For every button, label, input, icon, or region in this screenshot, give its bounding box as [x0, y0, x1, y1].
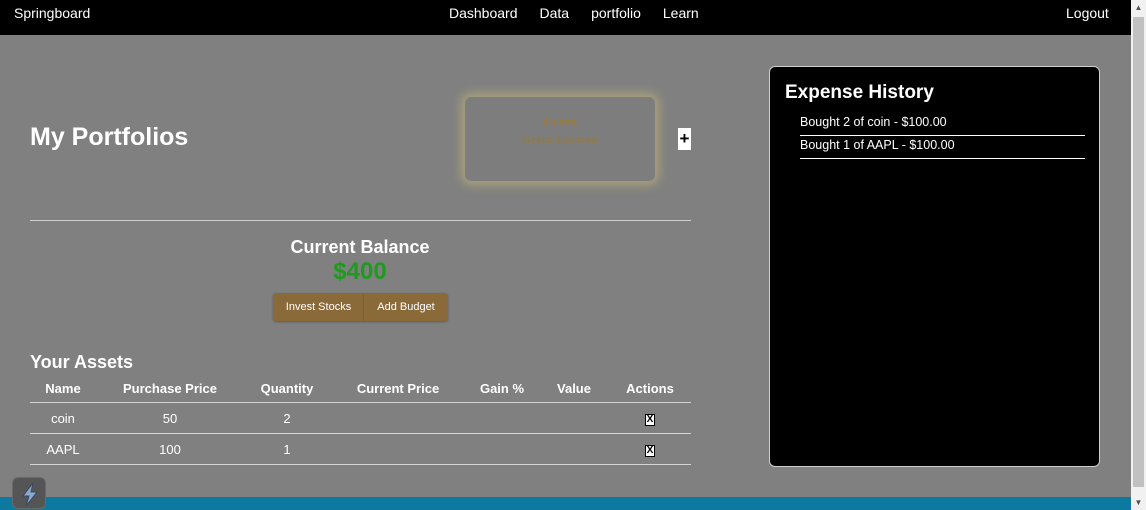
section-divider — [30, 220, 691, 221]
assets-table: Name Purchase Price Quantity Current Pri… — [30, 378, 691, 465]
cell-quantity: 2 — [283, 411, 291, 426]
scroll-down-icon[interactable]: ▼ — [1131, 495, 1146, 510]
cell-purchase-price: 100 — [159, 442, 181, 457]
invest-stocks-button[interactable]: Invest Stocks — [273, 293, 364, 321]
delete-asset-button[interactable]: X — [645, 444, 655, 457]
cell-name: coin — [51, 411, 75, 426]
balance-value: $400 — [333, 258, 387, 285]
delete-asset-button[interactable]: X — [645, 413, 655, 426]
cell-actions: X — [620, 411, 680, 426]
nav-link-dashboard[interactable]: Dashboard — [449, 5, 518, 21]
nav-link-learn[interactable]: Learn — [663, 5, 699, 21]
column-header-name: Name — [45, 381, 81, 396]
column-header-actions: Actions — [626, 381, 674, 396]
nav-link-portfolio[interactable]: portfolio — [591, 5, 641, 21]
nav-links: Dashboard Data portfolio Learn — [449, 5, 721, 21]
add-budget-button[interactable]: Add Budget — [364, 293, 448, 321]
cell-quantity: 1 — [283, 442, 291, 457]
column-header-gain: Gain % — [479, 381, 525, 396]
portfolio-description: Green Environ — [521, 132, 599, 146]
expense-history-title: Expense History — [785, 82, 934, 103]
lightning-bolt-icon[interactable] — [12, 477, 46, 509]
assets-title: Your Assets — [30, 352, 134, 372]
logout-link[interactable]: Logout — [1066, 5, 1109, 21]
footer-bar — [0, 497, 1131, 510]
cell-name: AAPL — [46, 442, 80, 457]
top-navbar: Springboard Dashboard Data portfolio Lea… — [0, 0, 1131, 35]
cell-actions: X — [620, 442, 680, 457]
nav-link-data[interactable]: Data — [540, 5, 570, 21]
expense-list: Bought 2 of coin - $100.00 Bought 1 of A… — [800, 113, 1085, 159]
expense-history-panel: Expense History Bought 2 of coin - $100.… — [769, 66, 1100, 467]
table-header: Name Purchase Price Quantity Current Pri… — [30, 378, 691, 403]
table-row: coin 50 2 X — [30, 403, 691, 434]
scroll-up-icon[interactable]: ▲ — [1131, 0, 1146, 15]
column-header-quantity: Quantity — [260, 381, 314, 396]
page-title: My Portfolios — [30, 123, 189, 151]
column-header-current-price: Current Price — [356, 381, 440, 396]
page-scrollbar[interactable]: ▲ ▼ — [1131, 0, 1146, 510]
scroll-thumb[interactable] — [1133, 17, 1144, 487]
table-row: AAPL 100 1 X — [30, 434, 691, 465]
column-header-value: Value — [557, 381, 591, 396]
column-header-purchase-price: Purchase Price — [123, 381, 217, 396]
expense-item: Bought 1 of AAPL - $100.00 — [800, 136, 1085, 159]
portfolio-name: Green — [542, 114, 578, 129]
brand-link[interactable]: Springboard — [14, 5, 90, 21]
expense-item: Bought 2 of coin - $100.00 — [800, 113, 1085, 136]
balance-label: Current Balance — [290, 237, 430, 257]
cell-purchase-price: 50 — [162, 411, 178, 426]
portfolio-card[interactable]: Green Green Environ — [465, 97, 655, 181]
add-portfolio-button[interactable]: + — [678, 128, 691, 150]
